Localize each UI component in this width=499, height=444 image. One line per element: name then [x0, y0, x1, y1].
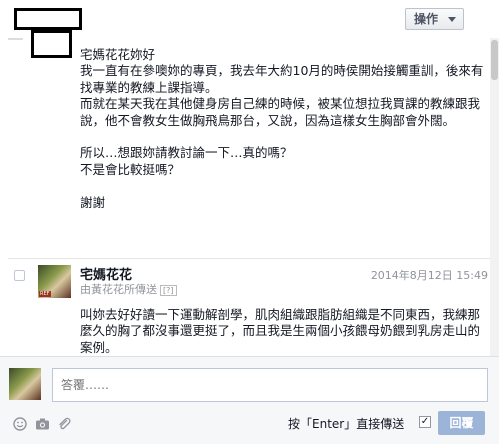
enter-to-send-checkbox[interactable]: ✓: [419, 416, 431, 428]
message-line: 所以…想跟妳請教討論一下…真的嗎？: [80, 145, 293, 161]
divider: [8, 38, 23, 40]
redacted-name-block: [14, 8, 82, 30]
message-body-2: 叫妳去好好讀一下運動解剖學，肌肉組織跟脂肪組織是不同東西，我練那麼久的胸了都沒事…: [80, 307, 490, 356]
message-line: [80, 129, 485, 145]
actions-label: 操作: [414, 12, 439, 26]
redacted-avatar-block: [31, 30, 72, 58]
message-text: 叫妳去好好讀一下運動解剖學，肌肉組織跟脂肪組織是不同東西，我練那麼久的胸了都沒事…: [80, 307, 481, 355]
sent-by-note: 由黃花花所傳送 [?]: [80, 281, 177, 297]
sent-by-label: 由黃花花所傳送: [80, 283, 157, 296]
message-line: 而就在某天我在其他健身房自己練的時候，被某位想拉我買課的教練跟我說，他不會教女生…: [80, 96, 481, 128]
message-line: 宅媽花花妳好: [80, 47, 156, 62]
chevron-down-icon: [448, 17, 456, 22]
actions-dropdown-button[interactable]: 操作: [405, 8, 464, 30]
help-link[interactable]: [?]: [160, 285, 177, 296]
enter-to-send-label: 按「Enter」直接傳送: [288, 417, 405, 431]
message-line: 不是會比較挺嗎？: [80, 161, 181, 177]
message-divider: [8, 258, 490, 259]
message-line: [80, 178, 485, 194]
avatar-tag: REF: [39, 291, 51, 297]
message-line: 謝謝: [80, 194, 106, 210]
scrollbar-track[interactable]: [490, 38, 499, 356]
message-body-1: 宅媽花花妳好 我一直有在參噢妳的專頁，我去年大約10月的時侯開始接觸重訓，後來有…: [80, 47, 485, 211]
message-line: 我一直有在參噢妳的專頁，我去年大約10月的時侯開始接觸重訓，後來有找專業的教練上…: [80, 63, 484, 95]
message-select-checkbox[interactable]: [14, 270, 25, 281]
composer-avatar: [9, 368, 41, 400]
emoji-icon[interactable]: [13, 417, 27, 431]
attach-icon[interactable]: [57, 417, 71, 431]
reply-input[interactable]: [52, 368, 488, 402]
message-timestamp: 2014年8月12日 15:49: [370, 269, 488, 282]
composer-tools: [13, 417, 71, 431]
sender-avatar[interactable]: REF: [38, 265, 71, 298]
camera-icon[interactable]: [35, 417, 49, 431]
scrollbar-thumb[interactable]: [491, 40, 498, 80]
reply-button[interactable]: 回覆: [438, 411, 485, 435]
